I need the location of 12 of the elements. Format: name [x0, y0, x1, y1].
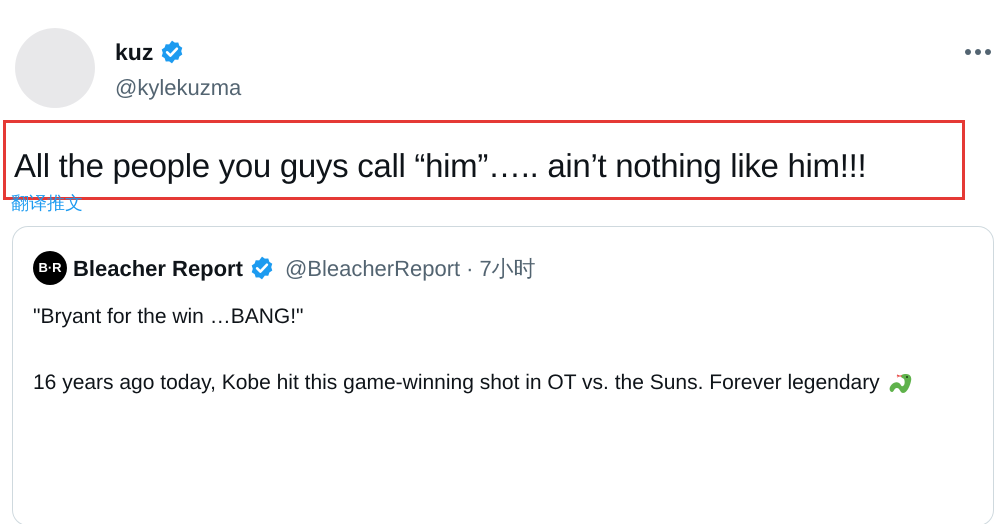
- quoted-tweet-card[interactable]: B·R Bleacher Report @BleacherReport · 7小时 "Bryant for the win …BANG!" 16 years ago today, Kobe hit this game-winning shot in OT vs. the Suns. Forever legendary: [12, 226, 994, 524]
- tweet-time[interactable]: 7小时: [479, 252, 536, 284]
- quoted-tweet-text: 16 years ago today, Kobe hit this game-winning shot in OT vs. the Suns. Forever legendary: [33, 365, 963, 400]
- quoted-author-handle[interactable]: @BleacherReport: [284, 252, 460, 284]
- quoted-author-name[interactable]: Bleacher Report: [73, 252, 243, 284]
- tweet-text: All the people you guys call “him”….. ain’t nothing like him!!!: [14, 146, 868, 186]
- logo-badge: B·R: [33, 251, 67, 285]
- more-icon[interactable]: [964, 48, 992, 56]
- author-handle[interactable]: @kylekuzma: [115, 74, 242, 102]
- separator: ·: [466, 254, 474, 282]
- author-name[interactable]: kuz: [115, 38, 154, 66]
- quoted-tweet-text: "Bryant for the win …BANG!": [33, 304, 304, 330]
